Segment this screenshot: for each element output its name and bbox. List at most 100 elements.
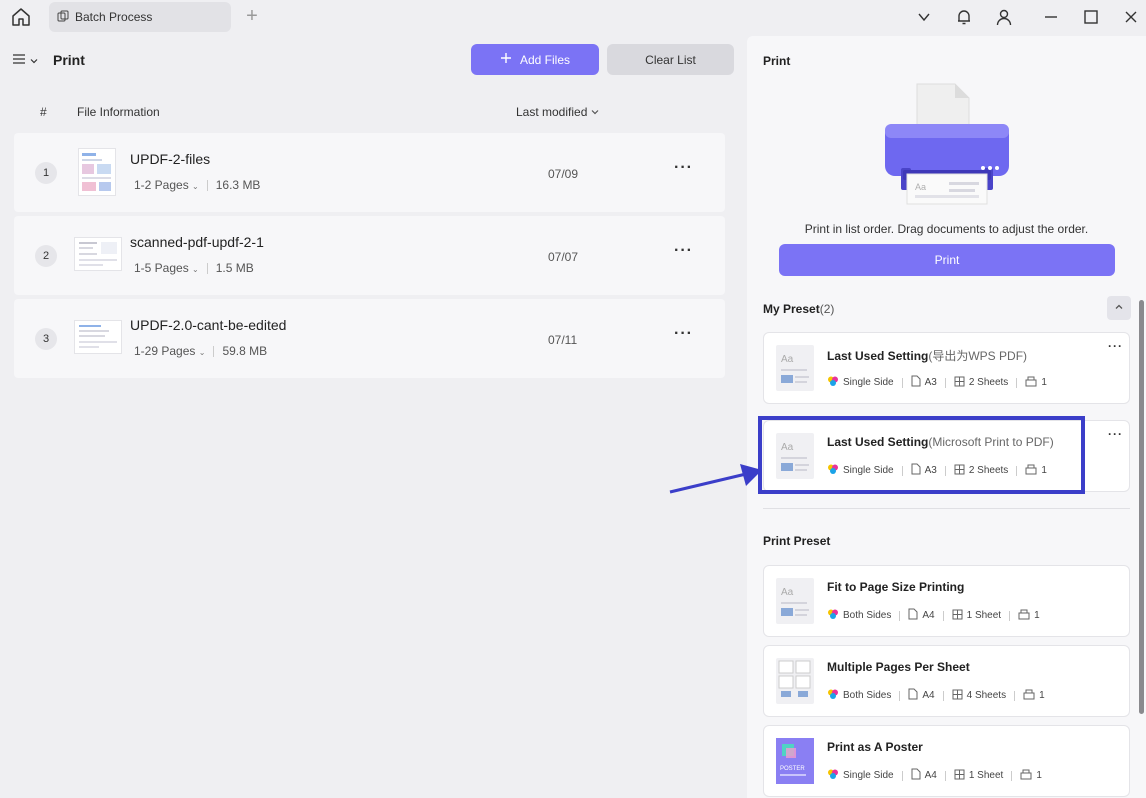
- copies-icon: [1023, 689, 1035, 703]
- new-tab-icon[interactable]: +: [242, 6, 262, 26]
- svg-text:Aa: Aa: [781, 354, 794, 365]
- spec-divider: [899, 690, 901, 701]
- preset-printer: (导出为WPS PDF): [928, 349, 1028, 363]
- file-date: 07/07: [548, 250, 579, 264]
- add-files-button[interactable]: Add Files: [471, 44, 599, 75]
- preset-name: Last Used Setting: [827, 349, 929, 363]
- menu-toggle[interactable]: [12, 52, 38, 69]
- file-meta: 1-2 Pages ⌄ 16.3 MB: [134, 178, 260, 192]
- page-range: 1-2 Pages: [134, 178, 189, 192]
- spec-divider: [901, 770, 903, 781]
- sheets-count: 4 Sheets: [966, 690, 1007, 701]
- tab-batch-process[interactable]: Batch Process: [49, 2, 231, 32]
- sheets-icon: [952, 609, 963, 623]
- batch-process-icon: [57, 10, 69, 25]
- preset-thumbnail: [776, 658, 814, 704]
- my-preset-label: My Preset: [763, 302, 820, 316]
- collapse-button[interactable]: [1107, 296, 1131, 320]
- spec-divider: [1009, 610, 1011, 621]
- spec-divider: [1014, 690, 1016, 701]
- row-number: 2: [35, 245, 57, 267]
- copies-count: 1: [1039, 690, 1045, 701]
- close-icon[interactable]: [1120, 6, 1142, 28]
- more-options-icon[interactable]: ···: [674, 242, 693, 260]
- more-options-icon[interactable]: ···: [1108, 427, 1123, 441]
- hamburger-icon: [12, 52, 26, 69]
- more-options-icon[interactable]: ···: [674, 325, 693, 343]
- file-row[interactable]: 3 UPDF-2.0-cant-be-edited 1-29 Pages ⌄ 5…: [14, 299, 725, 378]
- page-range-select[interactable]: 1-5 Pages ⌄: [134, 261, 199, 275]
- chevron-down-icon[interactable]: [913, 6, 935, 28]
- file-date: 07/09: [548, 167, 579, 181]
- chevron-down-icon: ⌄: [198, 348, 206, 357]
- file-thumbnail: [74, 320, 122, 354]
- side-mode: Single Side: [843, 377, 894, 388]
- more-options-icon[interactable]: ···: [1108, 339, 1123, 353]
- color-icon: [827, 375, 839, 390]
- bell-icon[interactable]: [953, 6, 975, 28]
- preset-specs: Both Sides A4 1 Sheet 1: [827, 608, 1040, 623]
- chevron-down-icon: [591, 105, 599, 119]
- clear-list-button[interactable]: Clear List: [607, 44, 734, 75]
- row-number: 3: [35, 328, 57, 350]
- preset-card[interactable]: Aa Last Used Setting(导出为WPS PDF) Single …: [763, 332, 1130, 404]
- page-range-select[interactable]: 1-2 Pages ⌄: [134, 178, 199, 192]
- section-divider: [763, 508, 1130, 509]
- home-icon[interactable]: [10, 6, 32, 28]
- file-row[interactable]: 2 scanned-pdf-updf-2-1 1-5 Pages ⌄ 1.5 M…: [14, 216, 725, 295]
- print-preset-title: Print Preset: [763, 534, 831, 548]
- file-meta: 1-29 Pages ⌄ 59.8 MB: [134, 344, 267, 358]
- scrollbar[interactable]: [1139, 300, 1144, 714]
- preset-specs: Single Side A4 1 Sheet 1: [827, 768, 1042, 783]
- paper-icon: [908, 608, 918, 623]
- column-header-last-modified[interactable]: Last modified: [516, 105, 599, 119]
- copies-icon: [1025, 376, 1037, 390]
- user-icon[interactable]: [993, 6, 1015, 28]
- plus-icon: [500, 52, 512, 67]
- file-size: 59.8 MB: [222, 344, 268, 358]
- my-preset-title: My Preset(2): [763, 302, 834, 316]
- file-date: 07/11: [548, 333, 578, 347]
- title-bar: Batch Process +: [0, 0, 1146, 36]
- highlight-box: [758, 416, 1085, 494]
- preset-card[interactable]: Multiple Pages Per Sheet Both Sides A4 4…: [763, 645, 1130, 717]
- preset-title: Print as A Poster: [827, 740, 923, 754]
- file-row[interactable]: 1 UPDF-2-files 1-2 Pages ⌄ 16.3 MB 07/09…: [14, 133, 725, 212]
- page-title: Print: [53, 52, 85, 68]
- sheets-icon: [952, 689, 963, 703]
- add-files-label: Add Files: [519, 52, 571, 67]
- print-section-title: Print: [763, 54, 791, 68]
- chevron-down-icon: [30, 54, 38, 68]
- minimize-icon[interactable]: [1040, 6, 1062, 28]
- column-header-file-information: File Information: [77, 105, 160, 119]
- preset-card[interactable]: POSTER Print as A Poster Single Side A4 …: [763, 725, 1130, 797]
- maximize-icon[interactable]: [1080, 6, 1102, 28]
- preset-specs: Single Side A3 2 Sheets 1: [827, 375, 1047, 390]
- chevron-up-icon: [1114, 301, 1124, 315]
- file-list-header: Print Add Files Clear List: [0, 36, 742, 86]
- color-icon: [827, 688, 839, 703]
- file-meta: 1-5 Pages ⌄ 1.5 MB: [134, 261, 254, 275]
- spec-divider: [899, 610, 901, 621]
- preset-title: Last Used Setting(导出为WPS PDF): [827, 347, 1027, 364]
- spec-divider: [944, 377, 946, 388]
- color-icon: [827, 608, 839, 623]
- meta-divider: [206, 262, 208, 274]
- preset-card[interactable]: Aa Fit to Page Size Printing Both Sides …: [763, 565, 1130, 637]
- preset-thumbnail: Aa: [776, 578, 814, 624]
- sheets-icon: [954, 769, 965, 783]
- print-hint-text: Print in list order. Drag documents to a…: [804, 222, 1089, 236]
- spec-divider: [942, 610, 944, 621]
- copies-count: 1: [1041, 377, 1047, 388]
- page-range-select[interactable]: 1-29 Pages ⌄: [134, 344, 205, 358]
- preset-title: Multiple Pages Per Sheet: [827, 660, 970, 674]
- sheets-count: 2 Sheets: [968, 377, 1009, 388]
- file-size: 1.5 MB: [215, 261, 254, 275]
- paper-size: A4: [922, 610, 935, 621]
- my-preset-count: (2): [819, 302, 835, 316]
- sheets-count: 1 Sheet: [968, 770, 1004, 781]
- more-options-icon[interactable]: ···: [674, 159, 693, 177]
- print-button[interactable]: Print: [779, 244, 1115, 276]
- preset-title: Fit to Page Size Printing: [827, 580, 965, 594]
- row-number: 1: [35, 162, 57, 184]
